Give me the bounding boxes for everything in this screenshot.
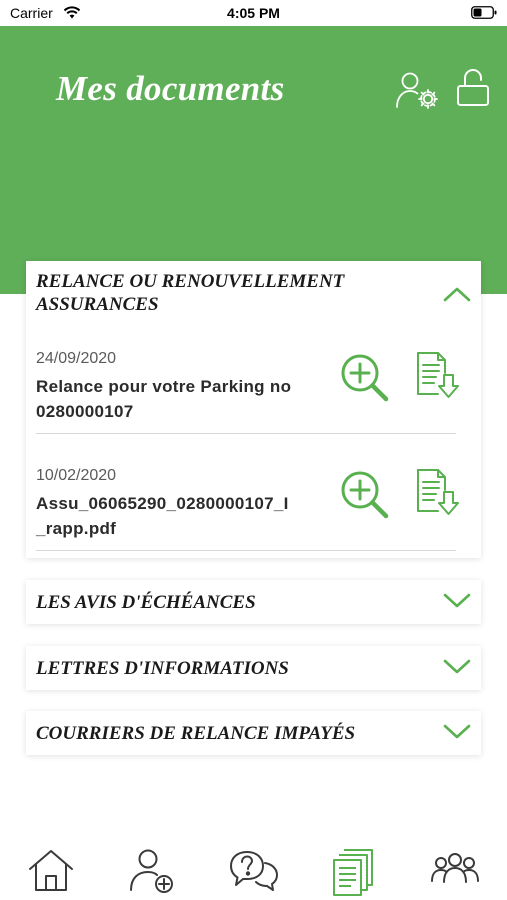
document-item: 10/02/2020 Assu_06065290_0280000107_I _r…: [36, 467, 459, 551]
clock-label: 4:05 PM: [227, 5, 280, 21]
section-courriers-relance[interactable]: COURRIERS DE RELANCE IMPAYÉS: [26, 711, 481, 755]
section-title-line: RELANCE OU RENOUVELLEMENT: [36, 271, 345, 292]
add-user-icon[interactable]: [128, 848, 176, 899]
chevron-down-icon[interactable]: [442, 592, 472, 615]
section-title: COURRIERS DE RELANCE IMPAYÉS: [36, 723, 356, 744]
section-title: LES AVIS D'ÉCHÉANCES: [36, 592, 256, 613]
tab-bar: [0, 838, 507, 900]
documents-icon[interactable]: [331, 848, 377, 900]
document-name-line: Relance pour votre Parking no: [36, 377, 292, 396]
document-name: Assu_06065290_0280000107_I _rapp.pdf: [36, 491, 336, 541]
document-item: 24/09/2020 Relance pour votre Parking no…: [36, 350, 459, 434]
download-document-icon[interactable]: [414, 466, 460, 523]
download-document-icon[interactable]: [414, 349, 460, 406]
lock-icon[interactable]: [455, 68, 491, 113]
group-icon[interactable]: [430, 848, 480, 899]
section-avis-echeances[interactable]: LES AVIS D'ÉCHÉANCES: [26, 580, 481, 624]
battery-icon: [471, 6, 497, 24]
chevron-down-icon[interactable]: [442, 658, 472, 681]
chevron-up-icon[interactable]: [442, 285, 472, 308]
page-header: Mes documents: [0, 26, 507, 294]
document-date: 10/02/2020: [36, 467, 117, 484]
section-relance-renouvellement: RELANCE OU RENOUVELLEMENT ASSURANCES 24/…: [26, 261, 481, 558]
document-name-line: 0280000107: [36, 402, 134, 421]
home-icon[interactable]: [27, 848, 75, 899]
page-title: Mes documents: [56, 69, 285, 108]
help-chat-icon[interactable]: [229, 848, 279, 899]
section-title[interactable]: RELANCE OU RENOUVELLEMENT ASSURANCES: [36, 270, 344, 316]
zoom-in-icon[interactable]: [339, 469, 393, 526]
divider: [36, 550, 456, 551]
document-name-line: _rapp.pdf: [36, 519, 117, 538]
document-date: 24/09/2020: [36, 350, 117, 367]
chevron-down-icon[interactable]: [442, 723, 472, 746]
document-name-line: Assu_06065290_0280000107_I: [36, 494, 289, 513]
section-lettres-informations[interactable]: LETTRES D'INFORMATIONS: [26, 646, 481, 690]
status-bar: Carrier 4:05 PM: [0, 0, 507, 26]
section-title-line: ASSURANCES: [36, 294, 159, 315]
zoom-in-icon[interactable]: [339, 352, 393, 409]
divider: [36, 433, 456, 434]
profile-settings-icon[interactable]: [394, 70, 444, 115]
section-title: LETTRES D'INFORMATIONS: [36, 658, 289, 679]
document-name: Relance pour votre Parking no 0280000107: [36, 374, 336, 424]
